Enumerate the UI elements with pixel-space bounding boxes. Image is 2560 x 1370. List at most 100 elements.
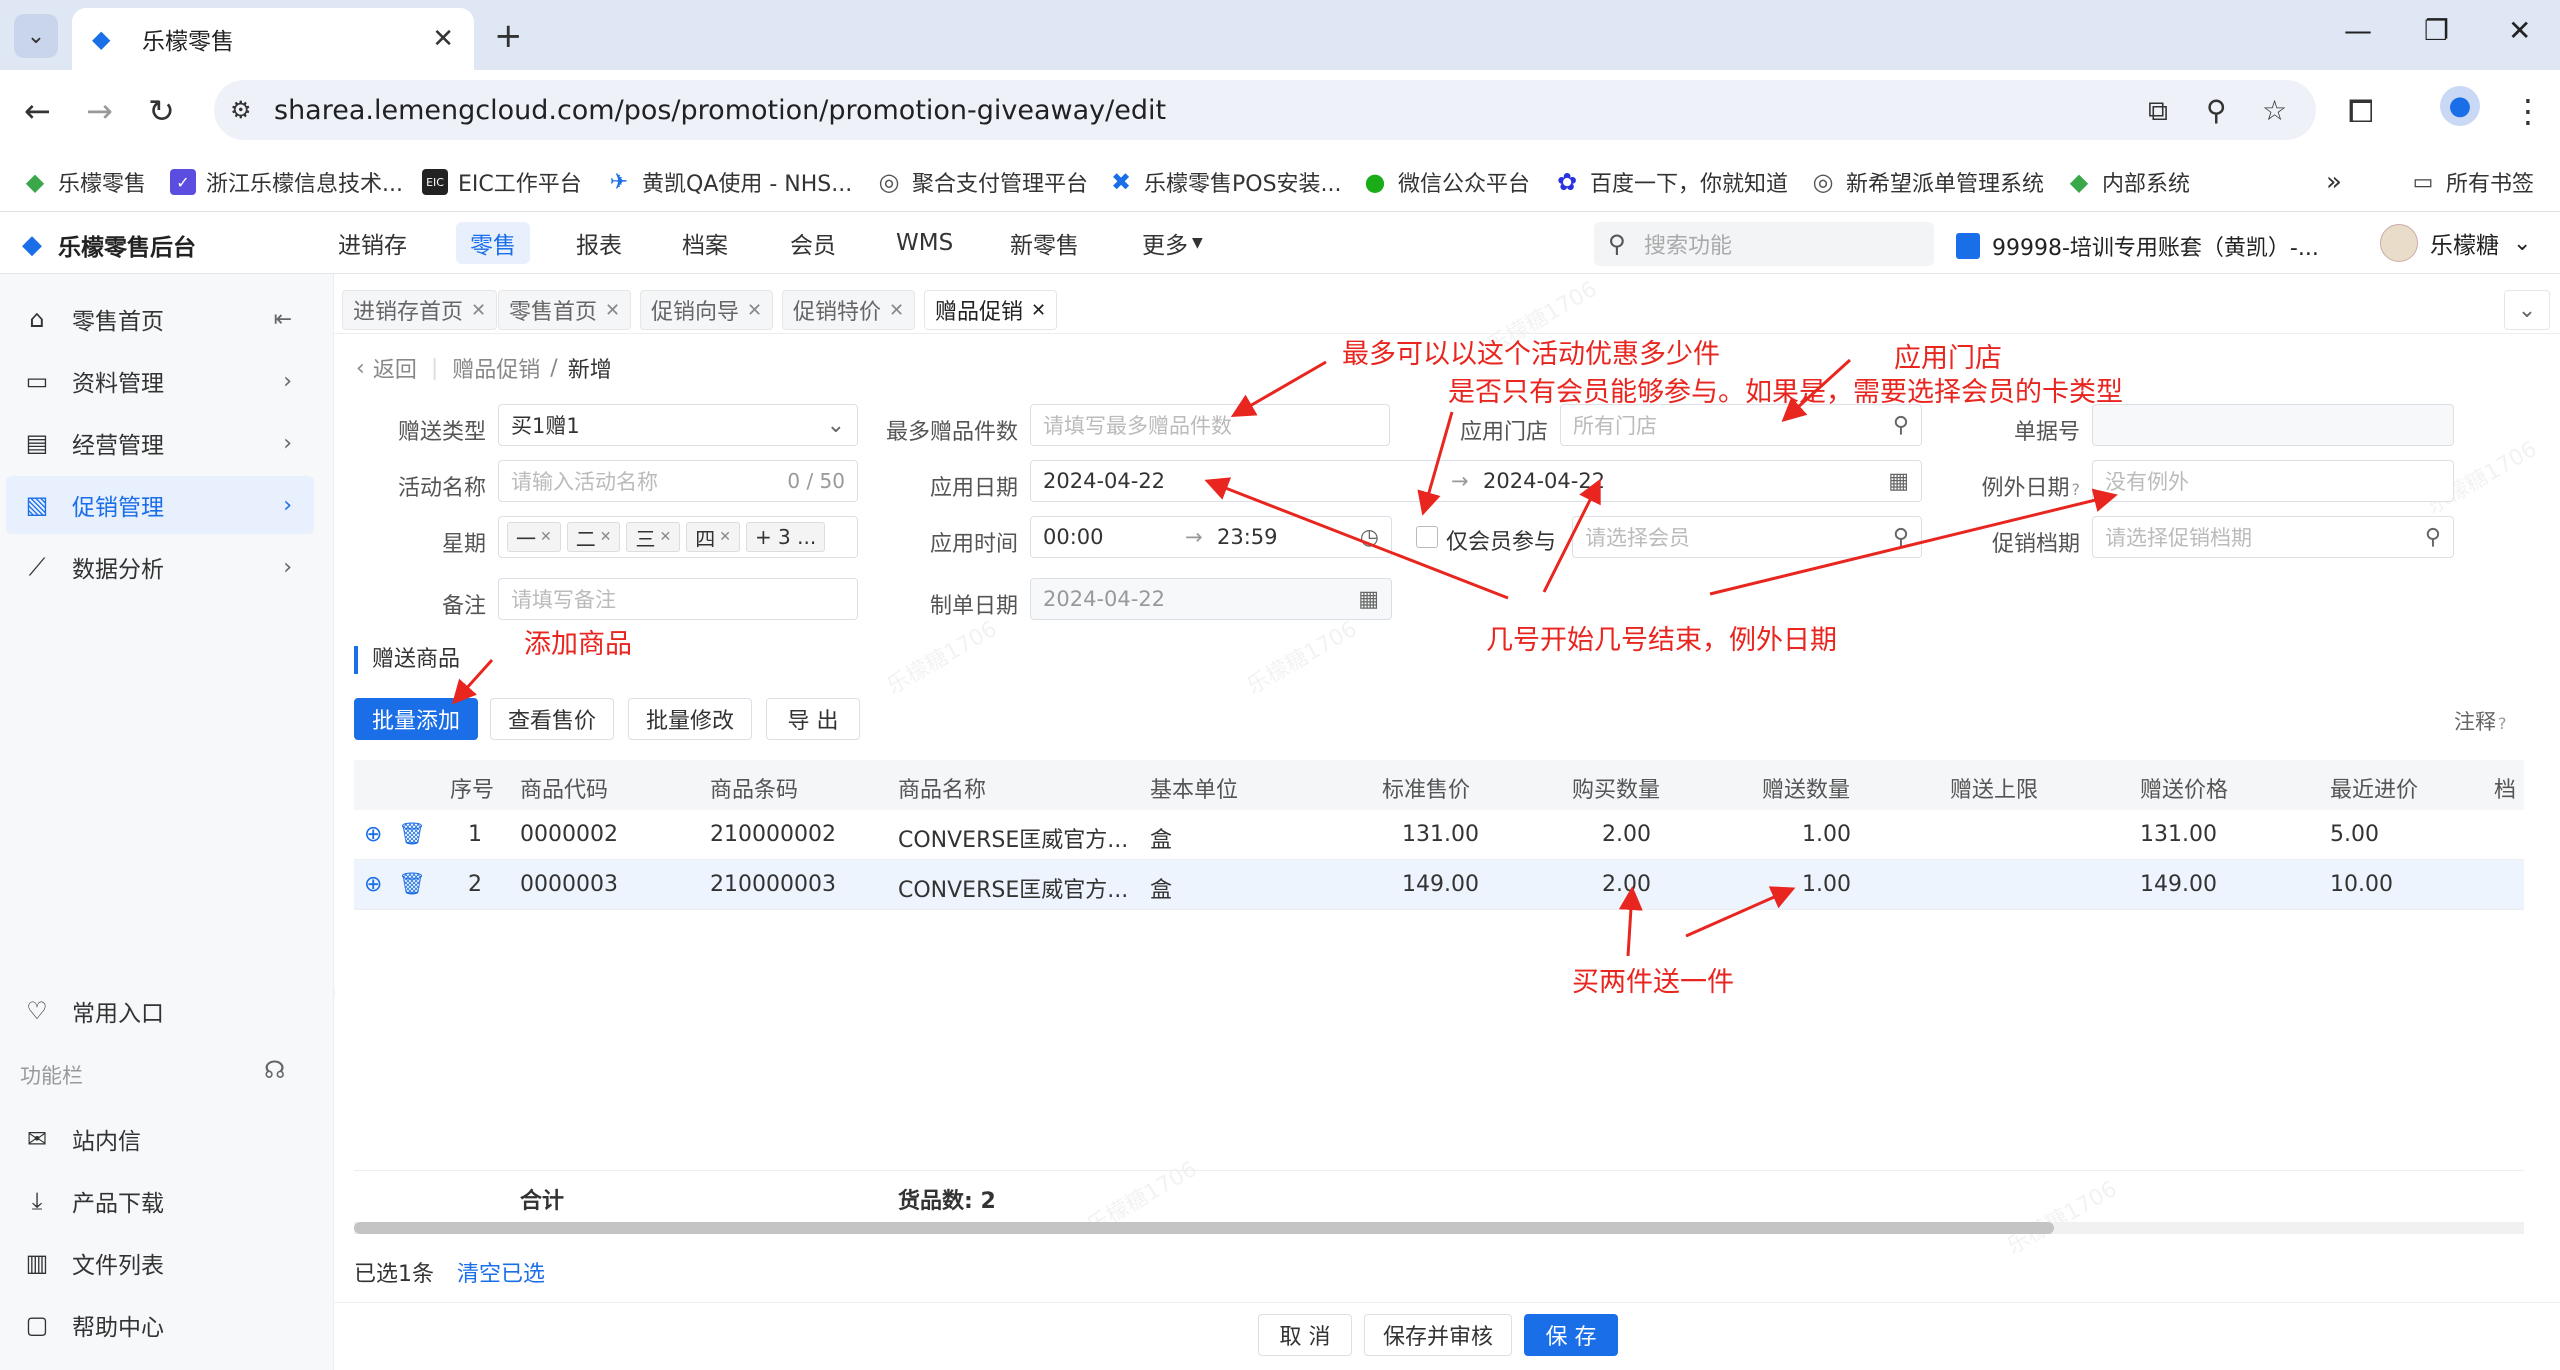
nav-jinxiaocun[interactable]: 进销存: [324, 222, 421, 264]
close-icon[interactable]: ✕: [1031, 300, 1046, 321]
nav-more[interactable]: 更多 ▼: [1128, 222, 1217, 264]
bookmark-item[interactable]: ✖ 乐檬零售POS安装...: [1108, 162, 1342, 202]
remark-input[interactable]: 请填写备注: [498, 578, 858, 620]
bookmark-star-icon[interactable]: ☆: [2262, 94, 2287, 127]
exception-date-input[interactable]: 没有例外: [2092, 460, 2454, 502]
user-menu[interactable]: 乐檬糖 ⌄: [2380, 224, 2531, 262]
nav-reports[interactable]: 报表: [562, 222, 636, 264]
window-close-button[interactable]: ✕: [2508, 14, 2531, 47]
minimize-button[interactable]: —: [2344, 14, 2372, 47]
promo-file-select[interactable]: 请选择促销档期 ⚲: [2092, 516, 2454, 558]
horizontal-scrollbar-thumb[interactable]: [354, 1222, 2054, 1234]
close-icon[interactable]: ✕: [600, 529, 612, 545]
cell-gift-qty[interactable]: 1.00: [1802, 822, 1851, 847]
back-link[interactable]: 返回: [373, 352, 417, 384]
all-bookmarks[interactable]: ▭ 所有书签: [2410, 162, 2534, 202]
close-icon[interactable]: ✕: [605, 300, 620, 321]
sidebar-item-data-analysis[interactable]: ⟋ 数据分析 ›: [6, 538, 314, 596]
translate-icon[interactable]: ⧉: [2148, 94, 2168, 128]
add-row-icon[interactable]: ⊕: [364, 872, 382, 897]
tab-promo-special[interactable]: 促销特价 ✕: [782, 290, 916, 330]
bookmark-item[interactable]: EIC EIC工作平台: [422, 162, 582, 202]
gift-type-select[interactable]: 买1赠1 ⌄: [498, 404, 858, 446]
bookmark-item[interactable]: ✿ 百度一下，你就知道: [1554, 162, 1788, 202]
close-icon[interactable]: ✕: [747, 300, 762, 321]
week-select[interactable]: 一 ✕ 二 ✕ 三 ✕ 四 ✕ + 3 ...: [498, 516, 858, 558]
export-button[interactable]: 导 出: [766, 698, 860, 740]
member-select[interactable]: 请选择会员 ⚲: [1572, 516, 1922, 558]
tab-gift-promo[interactable]: 赠品促销 ✕: [924, 290, 1058, 330]
nav-member[interactable]: 会员: [776, 222, 850, 264]
cancel-button[interactable]: 取 消: [1258, 1314, 1352, 1356]
clear-selection-link[interactable]: 清空已选: [457, 1262, 545, 1287]
sidebar-item-help-center[interactable]: ▢ 帮助中心: [6, 1296, 314, 1354]
sidebar-item-data-management[interactable]: ▭ 资料管理 ›: [6, 352, 314, 410]
more-bookmarks-icon[interactable]: »: [2326, 162, 2342, 202]
notes-link[interactable]: 注释?: [2454, 706, 2507, 736]
profile-icon[interactable]: ●: [2440, 86, 2480, 126]
nav-archive[interactable]: 档案: [668, 222, 742, 264]
reload-icon[interactable]: ↻: [148, 92, 175, 130]
nav-wms[interactable]: WMS: [882, 222, 967, 264]
tabs-dropdown-icon[interactable]: ⌄: [2504, 290, 2550, 330]
nav-retail[interactable]: 零售: [456, 222, 530, 264]
tab-search-dropdown[interactable]: ⌄: [14, 14, 58, 58]
save-button[interactable]: 保 存: [1524, 1314, 1618, 1356]
member-only-checkbox[interactable]: [1416, 526, 1438, 548]
activity-name-input[interactable]: 请输入活动名称 0 / 50: [498, 460, 858, 502]
sidebar-common-entry[interactable]: ♡ 常用入口: [6, 982, 314, 1040]
batch-add-button[interactable]: 批量添加: [354, 698, 478, 740]
browser-tab[interactable]: ◆ 乐檬零售 ✕: [72, 8, 474, 70]
function-search-input[interactable]: ⚲ 搜索功能: [1594, 222, 1934, 266]
save-and-review-button[interactable]: 保存并审核: [1364, 1314, 1512, 1356]
cell-gift-price[interactable]: 131.00: [2140, 822, 2217, 847]
menu-icon[interactable]: ⋮: [2512, 92, 2544, 130]
close-icon[interactable]: ✕: [540, 529, 552, 545]
cell-gift-qty[interactable]: 1.00: [1802, 872, 1851, 897]
sidebar-item-promotion-management[interactable]: ▧ 促销管理 ›: [6, 476, 314, 534]
help-icon[interactable]: ?: [2072, 480, 2081, 499]
date-range-picker[interactable]: 2024-04-22 → 2024-04-22 ▦: [1030, 460, 1922, 502]
close-icon[interactable]: ✕: [432, 24, 454, 54]
tab-jxc-home[interactable]: 进销存首页 ✕: [342, 290, 498, 330]
view-price-button[interactable]: 查看售价: [490, 698, 614, 740]
collapse-sidebar-icon[interactable]: ⇤: [274, 307, 292, 332]
trash-icon[interactable]: 🗑: [398, 872, 426, 897]
close-icon[interactable]: ✕: [889, 300, 904, 321]
sidebar-item-business-management[interactable]: ▤ 经营管理 ›: [6, 414, 314, 472]
nav-new-retail[interactable]: 新零售: [996, 222, 1093, 264]
close-icon[interactable]: ✕: [719, 529, 731, 545]
time-range-picker[interactable]: 00:00 → 23:59 ◷: [1030, 516, 1392, 558]
trash-icon[interactable]: 🗑: [398, 822, 426, 847]
max-gift-input[interactable]: 请填写最多赠品件数: [1030, 404, 1390, 446]
url-bar[interactable]: ⚙ sharea.lemengcloud.com/pos/promotion/p…: [214, 80, 2316, 140]
close-icon[interactable]: ✕: [659, 529, 671, 545]
bookmark-item[interactable]: ◆ 内部系统: [2066, 162, 2190, 202]
cell-gift-price[interactable]: 149.00: [2140, 872, 2217, 897]
sidebar-item-file-list[interactable]: ▥ 文件列表: [6, 1234, 314, 1292]
cell-buy-qty[interactable]: 2.00: [1602, 822, 1651, 847]
forward-icon[interactable]: →: [86, 92, 113, 130]
batch-edit-button[interactable]: 批量修改: [628, 698, 752, 740]
new-tab-button[interactable]: +: [494, 16, 523, 56]
bookmark-item[interactable]: ◎ 聚合支付管理平台: [876, 162, 1089, 202]
add-row-icon[interactable]: ⊕: [364, 822, 382, 847]
brand[interactable]: ◆ 乐檬零售后台: [22, 228, 196, 262]
cell-buy-qty[interactable]: 2.00: [1602, 872, 1651, 897]
bookmark-item[interactable]: ● 微信公众平台: [1362, 162, 1531, 202]
table-row[interactable]: ⊕ 🗑 2 0000003 210000003 CONVERSE匡威官方... …: [354, 860, 2524, 910]
bookmark-item[interactable]: ✓ 浙江乐檬信息技术...: [170, 162, 403, 202]
sidebar-item-retail-home[interactable]: ⌂ 零售首页 ⇤: [6, 290, 314, 348]
bookmark-item[interactable]: ◎ 新希望派单管理系统: [1810, 162, 2045, 202]
zoom-icon[interactable]: ⚲: [2206, 94, 2227, 127]
back-icon[interactable]: ←: [24, 92, 51, 130]
sidebar-item-messages[interactable]: ✉ 站内信: [6, 1110, 314, 1168]
restore-button[interactable]: ❐: [2424, 14, 2449, 47]
tab-retail-home[interactable]: 零售首页 ✕: [498, 290, 632, 330]
tab-promo-wizard[interactable]: 促销向导 ✕: [640, 290, 774, 330]
headset-icon[interactable]: ☊: [264, 1056, 285, 1084]
extensions-icon[interactable]: ⧠: [2348, 92, 2374, 131]
breadcrumb-parent[interactable]: 赠品促销: [452, 352, 540, 384]
store-select[interactable]: 所有门店 ⚲: [1560, 404, 1922, 446]
close-icon[interactable]: ✕: [471, 300, 486, 321]
